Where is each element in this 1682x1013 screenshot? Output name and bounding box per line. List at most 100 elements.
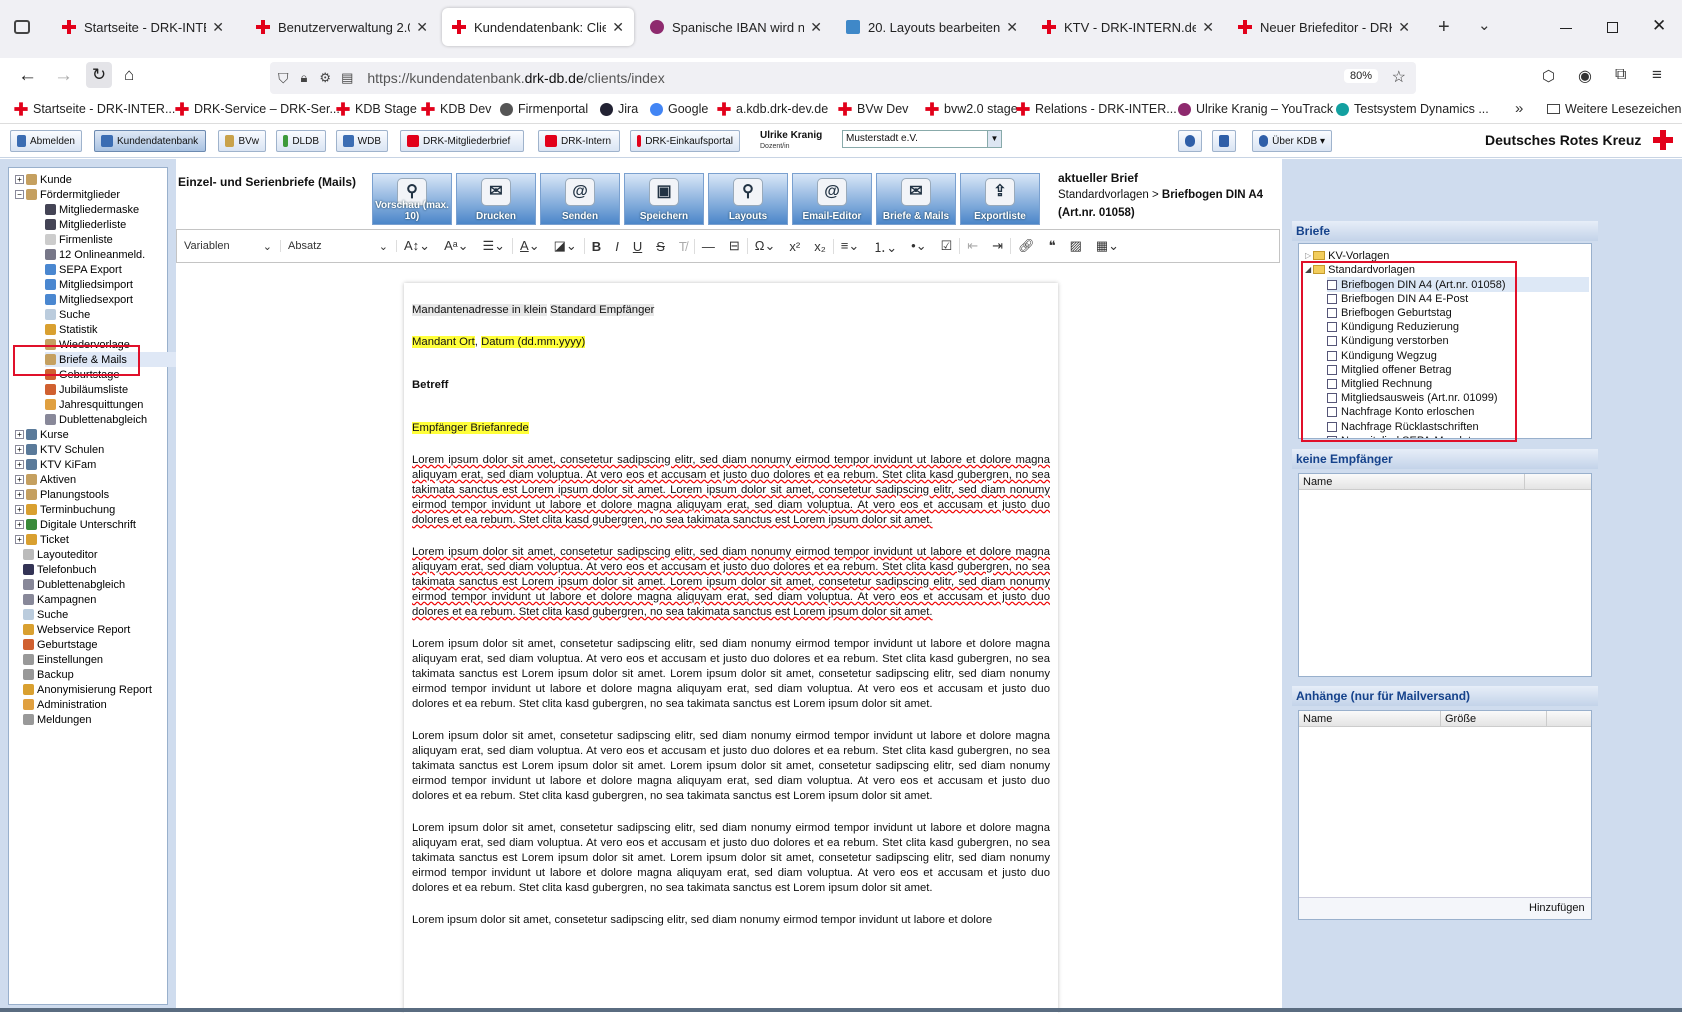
bookmark-item[interactable]: Google [650, 102, 708, 116]
tree-item[interactable]: Geburtstage [23, 637, 98, 652]
tree-item[interactable]: Statistik [45, 322, 98, 337]
tree-item[interactable]: Meldungen [23, 712, 91, 727]
recipients-name-column[interactable]: Name [1299, 474, 1525, 490]
tree-item[interactable]: Jubiläumsliste [45, 382, 128, 397]
new-tab-button[interactable]: + [1438, 16, 1450, 39]
app-nav-button[interactable]: DRK-Einkaufsportal [630, 130, 740, 152]
app-nav-button[interactable]: BVw [218, 130, 266, 152]
tree-item[interactable]: − Fördermitglieder [15, 187, 120, 202]
tab-overview-icon[interactable] [14, 20, 30, 34]
browser-tab[interactable]: Neuer Briefeditor - DRK-IN ✕ [1228, 8, 1420, 46]
action-button[interactable]: @ Email-Editor [792, 173, 872, 225]
app-nav-button[interactable]: WDB [336, 130, 388, 152]
expand-icon[interactable]: + [15, 445, 24, 454]
browser-tab[interactable]: Startseite - DRK-INTERN.de ✕ [52, 8, 234, 46]
image-icon[interactable]: ▨ [1063, 238, 1089, 254]
forward-button[interactable]: → [54, 65, 73, 87]
tree-item[interactable]: Suche [45, 307, 90, 322]
highlight-color-icon[interactable]: ◪⌄ [547, 238, 585, 254]
close-tab-icon[interactable]: ✕ [212, 19, 224, 36]
bookmark-item[interactable]: Weitere Lesezeichen [1547, 102, 1682, 116]
numbered-list-icon[interactable]: ⒈⌄ [866, 237, 904, 256]
bookmark-item[interactable]: Relations - DRK-INTER... [1016, 102, 1177, 116]
expand-icon[interactable]: + [15, 520, 24, 529]
bookmark-item[interactable]: KDB Dev [421, 102, 491, 116]
italic-icon[interactable]: I [608, 239, 626, 254]
page-break-icon[interactable]: ⊟ [722, 238, 748, 254]
attachments-name-column[interactable]: Name [1299, 711, 1441, 727]
tree-item[interactable]: + Planungstools [15, 487, 109, 502]
tree-item[interactable]: + KTV KiFam [15, 457, 96, 472]
client-select[interactable]: Musterstadt e.V. ▼ [842, 130, 1002, 148]
minimize-button[interactable] [1560, 28, 1572, 29]
bookmark-item[interactable]: Jira [600, 102, 638, 116]
tree-item[interactable]: Mitgliederliste [45, 217, 126, 232]
font-size-icon[interactable]: A↕⌄ [397, 238, 437, 254]
bookmark-item[interactable]: bvw2.0 stage [925, 102, 1018, 116]
horizontal-line-icon[interactable]: — [695, 239, 722, 254]
tree-item[interactable]: Mitgliedsimport [45, 277, 133, 292]
tree-item[interactable]: Layouteditor [23, 547, 98, 562]
tree-item[interactable]: 12 Onlineanmeld. [45, 247, 145, 262]
tree-item[interactable]: Administration [23, 697, 107, 712]
reload-button[interactable]: ↻ [86, 62, 112, 88]
bold-icon[interactable]: B [585, 239, 608, 254]
tree-item[interactable]: + Kunde [15, 172, 72, 187]
tree-item[interactable]: SEPA Export [45, 262, 122, 277]
quote-icon[interactable]: ❝ [1042, 238, 1063, 254]
action-button[interactable]: ⚲ Vorschau (max. 10) [372, 173, 452, 225]
action-button[interactable]: @ Senden [540, 173, 620, 225]
action-button[interactable]: ▣ Speichern [624, 173, 704, 225]
tree-item[interactable]: Kampagnen [23, 592, 96, 607]
close-tab-icon[interactable]: ✕ [1202, 19, 1214, 36]
home-button[interactable]: ⌂ [124, 65, 134, 85]
expand-icon[interactable]: + [15, 505, 24, 514]
menu-icon[interactable]: ≡ [1652, 65, 1662, 85]
action-button[interactable]: ⇪ Exportliste [960, 173, 1040, 225]
remove-format-icon[interactable]: T̸ [672, 238, 695, 254]
align-icon[interactable]: ≡⌄ [834, 238, 866, 254]
close-tab-icon[interactable]: ✕ [1006, 19, 1018, 36]
tree-item[interactable]: + Ticket [15, 532, 69, 547]
app-nav-button[interactable]: DLDB [276, 130, 326, 152]
bullet-list-icon[interactable]: •⌄ [904, 238, 933, 254]
close-tab-icon[interactable]: ✕ [612, 19, 624, 36]
expand-icon[interactable]: + [15, 175, 24, 184]
action-button[interactable]: ⚲ Layouts [708, 173, 788, 225]
bookmark-item[interactable]: KDB Stage [336, 102, 417, 116]
restore-button[interactable] [1607, 22, 1618, 33]
tab-list-chevron-icon[interactable]: ⌄ [1478, 16, 1491, 34]
subscript-icon[interactable]: x₂ [807, 238, 834, 254]
special-char-icon[interactable]: Ω⌄ [748, 238, 783, 254]
tree-item[interactable]: Mitgliedsexport [45, 292, 133, 307]
variables-dropdown[interactable]: Variablen ⌄ [177, 240, 281, 253]
tree-item[interactable]: Backup [23, 667, 74, 682]
superscript-icon[interactable]: x² [782, 239, 807, 254]
more-bookmarks-chevron-icon[interactable]: » [1515, 100, 1523, 117]
about-kdb-button[interactable]: Über KDB ▾ [1252, 130, 1332, 152]
expand-icon[interactable]: + [15, 535, 24, 544]
tree-item[interactable]: Suche [23, 607, 68, 622]
tree-item[interactable]: Webservice Report [23, 622, 130, 637]
tree-item[interactable]: Telefonbuch [23, 562, 96, 577]
add-attachment-button[interactable]: Hinzufügen [1529, 902, 1585, 914]
notifications-button[interactable] [1212, 130, 1236, 152]
action-button[interactable]: ✉ Briefe & Mails [876, 173, 956, 225]
expand-icon[interactable]: + [15, 430, 24, 439]
app-nav-button[interactable]: Kundendatenbank [94, 130, 206, 152]
tree-item[interactable]: + KTV Schulen [15, 442, 104, 457]
pocket-icon[interactable]: ⬡ [1542, 67, 1555, 85]
bookmark-item[interactable]: DRK-Service – DRK-Ser... [175, 102, 340, 116]
bookmark-item[interactable]: a.kdb.drk-dev.de [717, 102, 828, 116]
app-nav-button[interactable]: Abmelden [10, 130, 82, 152]
browser-tab[interactable]: KTV - DRK-INTERN.de ✕ [1032, 8, 1224, 46]
underline-icon[interactable]: U [626, 239, 649, 254]
back-button[interactable]: ← [18, 65, 37, 87]
close-tab-icon[interactable]: ✕ [1398, 19, 1410, 36]
bookmark-item[interactable]: Firmenportal [500, 102, 588, 116]
paragraph-dropdown[interactable]: Absatz ⌄ [281, 240, 397, 253]
indent-icon[interactable]: ⇥ [985, 238, 1012, 254]
tree-item[interactable]: Firmenliste [45, 232, 113, 247]
tree-item[interactable]: + Terminbuchung [15, 502, 115, 517]
table-icon[interactable]: ▦⌄ [1089, 238, 1126, 254]
